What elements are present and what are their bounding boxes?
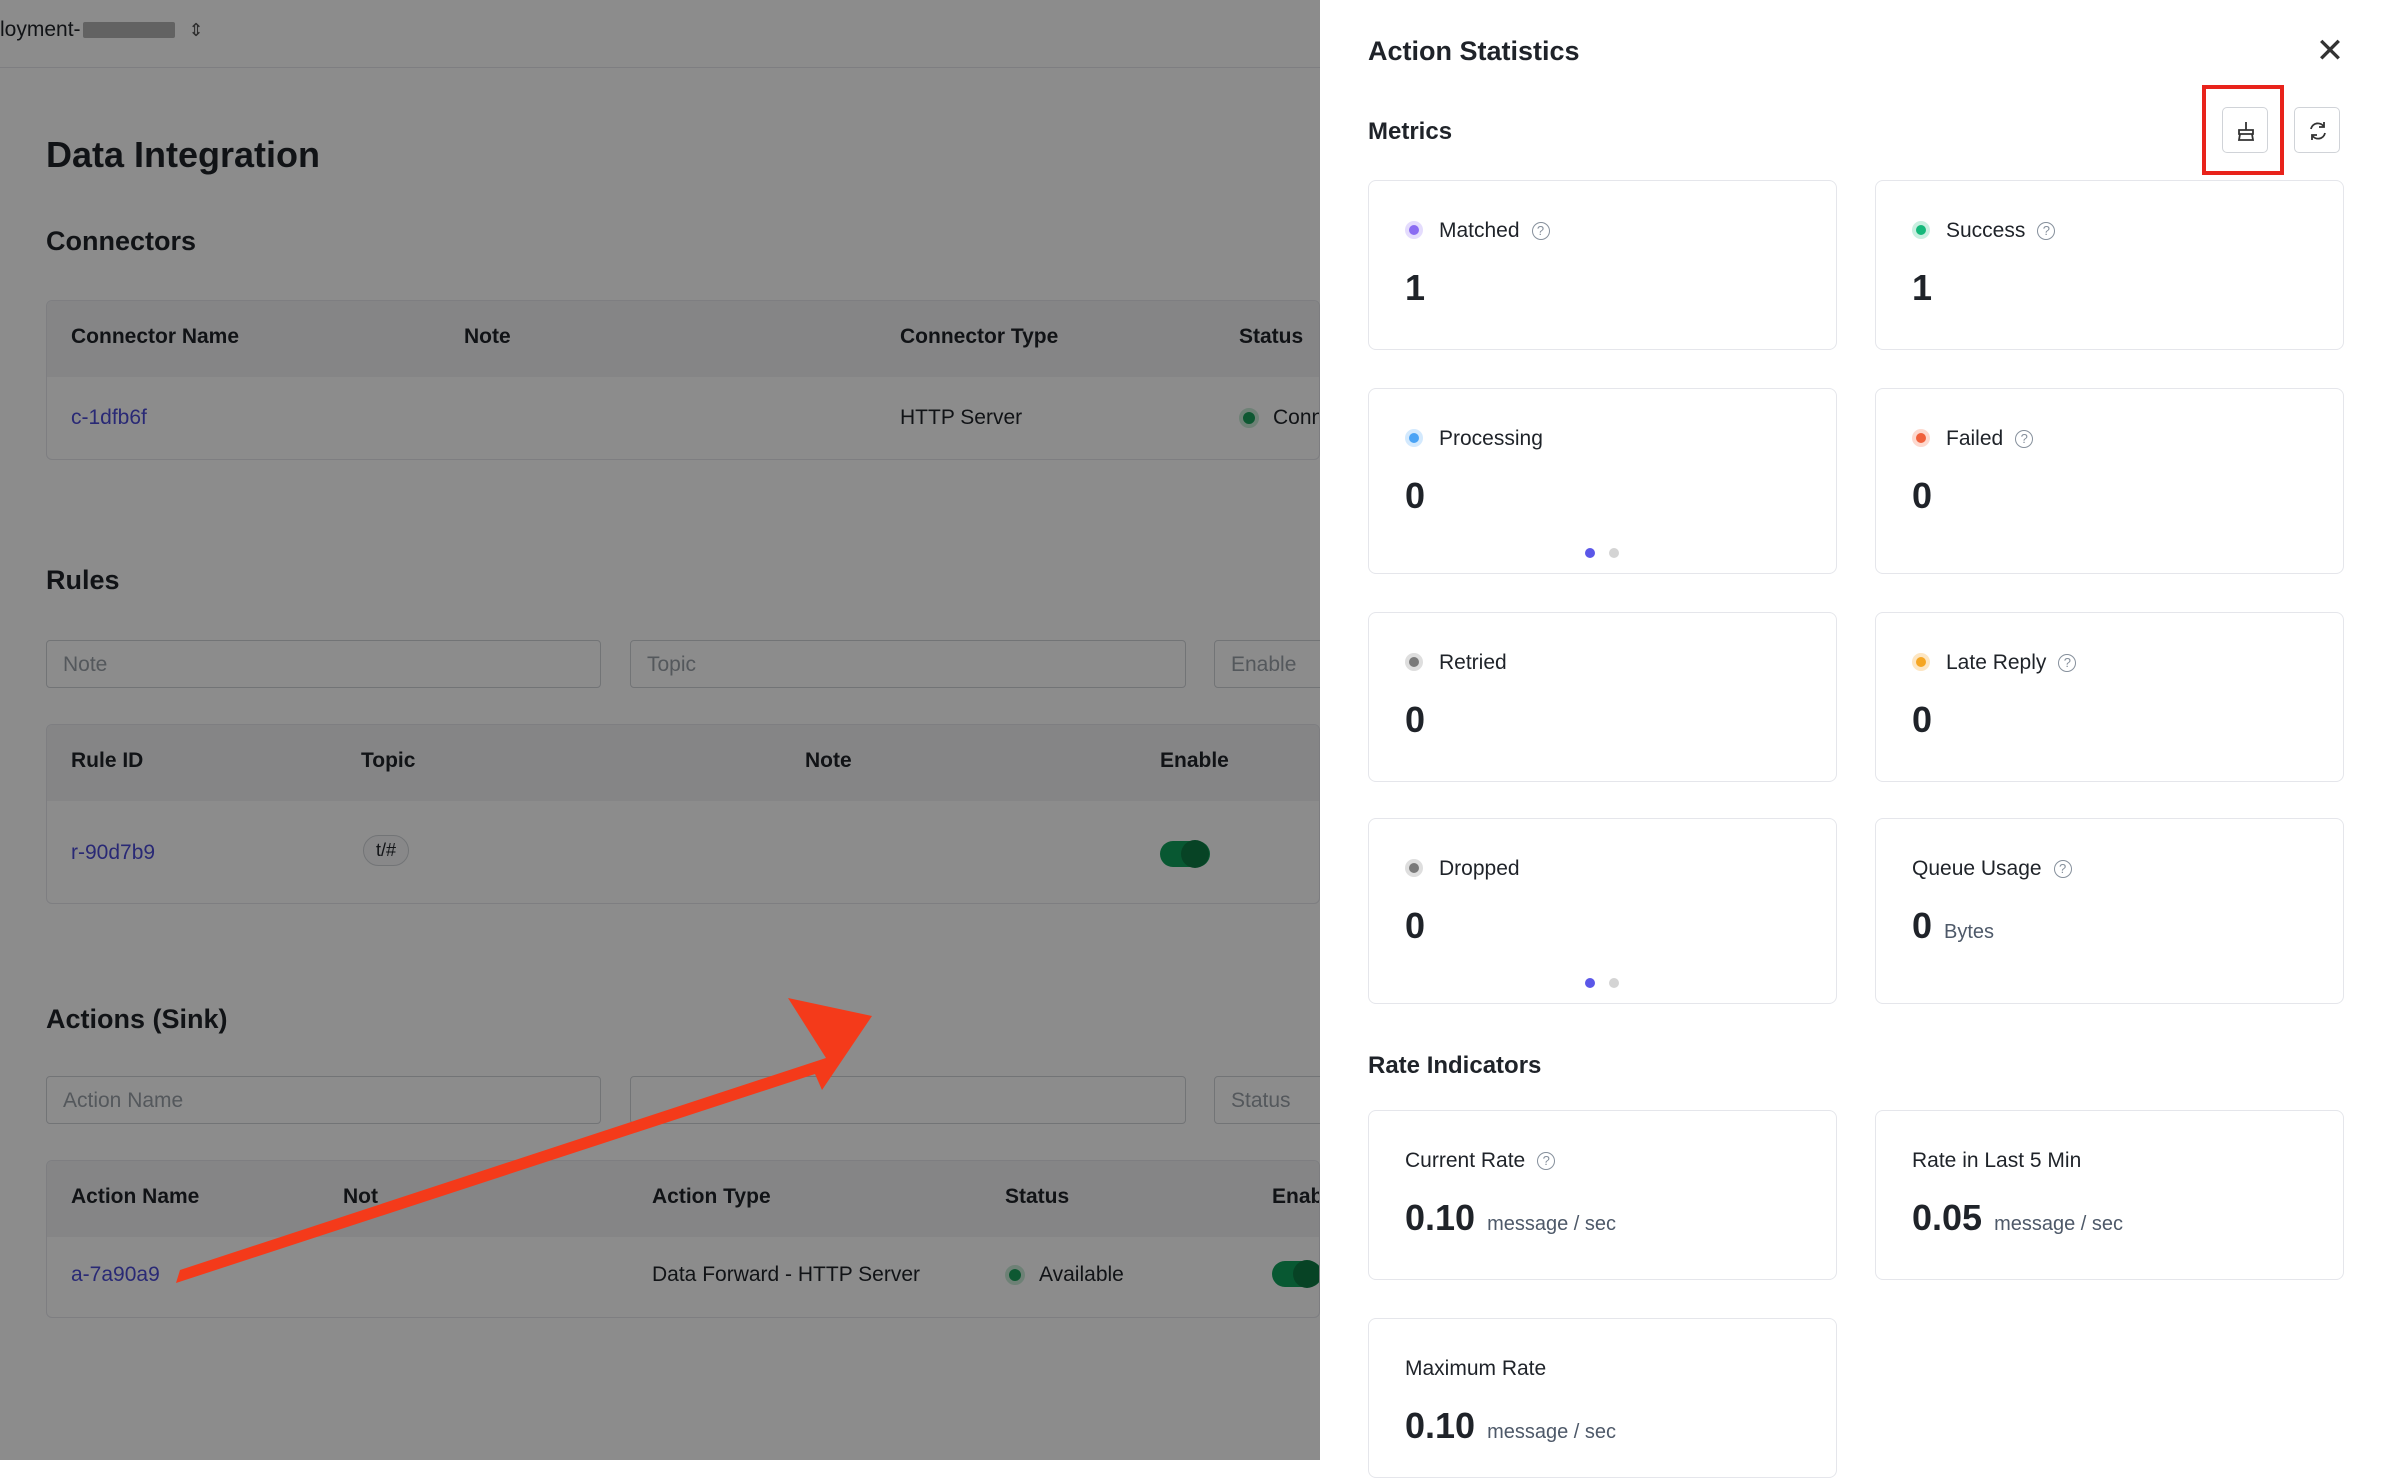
metrics-heading: Metrics [1368, 118, 1453, 145]
metric-card-late-reply: Late Reply? 0 [1875, 612, 2344, 782]
metric-value: 0 [1405, 905, 1426, 946]
metric-card-success: Success? 1 [1875, 180, 2344, 350]
metric-unit: Bytes [1944, 921, 1995, 943]
metric-label: Matched [1439, 219, 1520, 242]
metric-label: Processing [1439, 427, 1543, 450]
pager-dot-active[interactable] [1585, 978, 1595, 988]
metric-value: 0 [1912, 475, 1933, 516]
rate-unit: message / sec [1994, 1213, 2124, 1235]
metric-value: 0 [1405, 475, 1426, 516]
metric-card-processing: Processing 0 [1368, 388, 1837, 574]
refresh-icon [2310, 122, 2326, 140]
metric-card-failed: Failed? 0 [1875, 388, 2344, 574]
help-icon[interactable]: ? [2053, 860, 2072, 878]
metric-card-dropped: Dropped 0 [1368, 818, 1837, 1004]
metric-card-retried: Retried 0 [1368, 612, 1837, 782]
red-arrow-annotation [176, 998, 872, 1283]
status-dot-icon [1912, 429, 1930, 447]
metric-label: Failed [1946, 427, 2004, 450]
rate-label: Maximum Rate [1405, 1357, 1547, 1380]
rate-card-last-5-min: Rate in Last 5 Min 0.05 message / sec [1875, 1110, 2344, 1280]
carousel-pager[interactable] [1585, 975, 1633, 993]
metric-value: 1 [1405, 267, 1426, 308]
metric-label: Success [1946, 219, 2026, 242]
rate-unit: message / sec [1487, 1421, 1617, 1443]
metric-label: Late Reply [1946, 651, 2047, 674]
metric-value: 1 [1912, 267, 1933, 308]
metric-label: Queue Usage [1912, 857, 2042, 880]
metric-label: Retried [1439, 651, 1507, 674]
status-dot-icon [1405, 429, 1423, 447]
close-icon[interactable]: ✕ [2313, 34, 2347, 68]
help-icon[interactable]: ? [2037, 222, 2056, 240]
status-dot-icon [1912, 221, 1930, 239]
status-dot-icon [1405, 221, 1423, 239]
help-icon[interactable]: ? [1537, 1152, 1556, 1170]
highlight-box-annotation [2202, 85, 2284, 175]
status-dot-icon [1405, 859, 1423, 877]
metric-value: 0 [1405, 699, 1426, 740]
rate-value: 0.10 message / sec [1405, 1197, 1617, 1238]
metric-value: 0 [1912, 699, 1933, 740]
metric-label: Dropped [1439, 857, 1520, 880]
pager-dot[interactable] [1609, 978, 1619, 988]
rate-indicators-heading: Rate Indicators [1368, 1052, 1542, 1079]
drawer-title: Action Statistics [1368, 36, 1580, 66]
refresh-button[interactable] [2294, 107, 2340, 153]
pager-dot[interactable] [1609, 548, 1619, 558]
rate-value: 0.05 message / sec [1912, 1197, 2124, 1238]
help-icon[interactable]: ? [1531, 222, 1550, 240]
rate-value: 0.10 message / sec [1405, 1405, 1617, 1446]
metric-card-matched: Matched? 1 [1368, 180, 1837, 350]
carousel-pager[interactable] [1585, 545, 1633, 563]
metric-card-queue-usage: Queue Usage? 0 Bytes [1875, 818, 2344, 1004]
status-dot-icon [1912, 653, 1930, 671]
rate-unit: message / sec [1487, 1213, 1617, 1235]
pager-dot-active[interactable] [1585, 548, 1595, 558]
status-dot-icon [1405, 653, 1423, 671]
action-statistics-drawer: Action Statistics ✕ Metrics Matched? 1 S… [1320, 0, 2382, 1478]
help-icon[interactable]: ? [2058, 654, 2077, 672]
rate-card-maximum: Maximum Rate 0.10 message / sec [1368, 1318, 1837, 1478]
rate-label: Rate in Last 5 Min [1912, 1149, 2082, 1172]
help-icon[interactable]: ? [2015, 430, 2034, 448]
rate-label: Current Rate [1405, 1149, 1526, 1172]
rate-card-current: Current Rate? 0.10 message / sec [1368, 1110, 1837, 1280]
metric-value: 0 Bytes [1912, 905, 1995, 946]
